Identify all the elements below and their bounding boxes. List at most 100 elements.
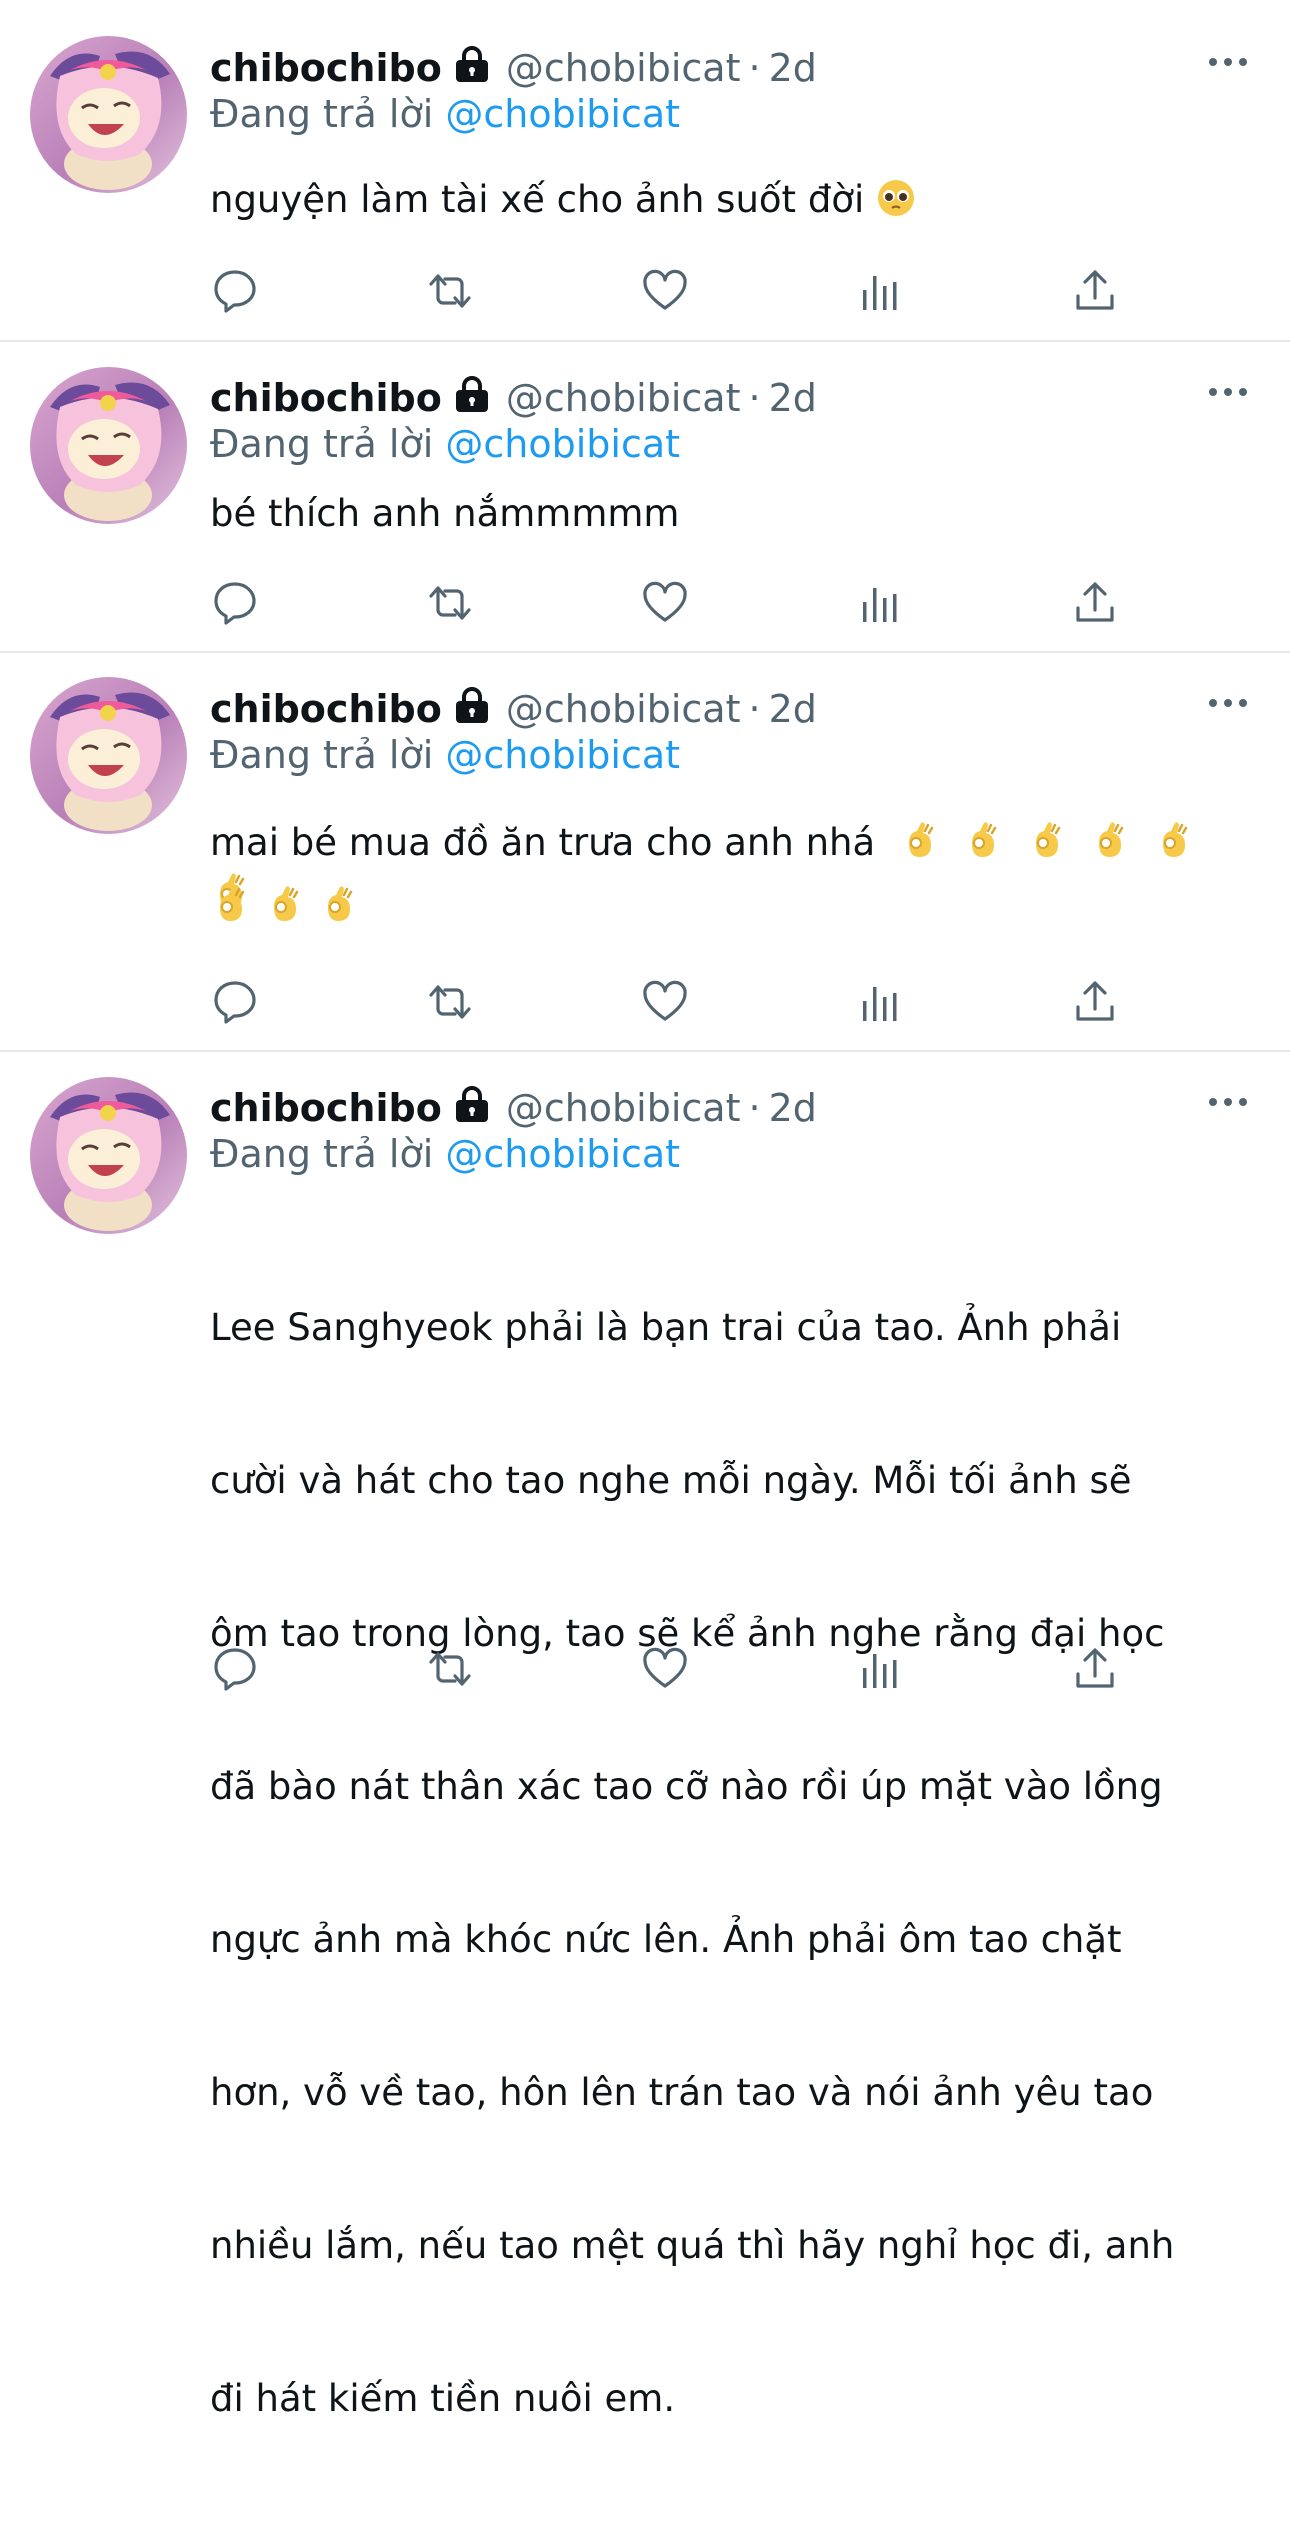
avatar[interactable] — [30, 367, 187, 524]
tweet-header: chibochibo @chobibicat · 2d — [210, 1084, 817, 1132]
more-dots-icon[interactable] — [1206, 382, 1250, 402]
retweet-button[interactable] — [425, 266, 475, 316]
timestamp[interactable]: 2d — [769, 376, 817, 420]
tweet-text-line: đã bào nát thân xác tao cỡ nào rồi úp mặ… — [210, 1765, 1163, 1808]
display-name[interactable]: chibochibo — [210, 1086, 442, 1130]
action-bar — [210, 1644, 1130, 1694]
retweet-icon — [425, 1644, 475, 1694]
tweet[interactable]: chibochibo @chobibicat · 2d Đang trả lời @c… — [0, 342, 1290, 653]
action-bar — [210, 977, 1130, 1027]
handle[interactable]: @chobibicat — [506, 46, 741, 90]
timestamp[interactable]: 2d — [769, 1086, 817, 1130]
like-button[interactable] — [640, 578, 690, 628]
reply-icon — [210, 1644, 260, 1694]
views-icon — [855, 266, 905, 316]
tweet-text-content: nguyện làm tài xế cho ảnh suốt đời — [210, 178, 865, 221]
tweet[interactable]: chibochibo @chobibicat · 2d Đang trả lời @c… — [0, 0, 1290, 342]
views-button[interactable] — [855, 1644, 905, 1694]
tweet-text-line: Lee Sanghyeok phải là bạn trai của tao. … — [210, 1306, 1122, 1349]
avatar[interactable] — [30, 1077, 187, 1234]
handle[interactable]: @chobibicat — [506, 687, 741, 731]
handle[interactable]: @chobibicat — [506, 376, 741, 420]
lock-icon — [452, 1084, 492, 1124]
replying-to: Đang trả lời @chobibicat — [210, 731, 680, 779]
heart-icon — [640, 977, 690, 1027]
like-button[interactable] — [640, 1644, 690, 1694]
avatar[interactable] — [30, 677, 187, 834]
tweet-text: bé thích anh nắmmmmm — [210, 488, 1240, 539]
reply-icon — [210, 578, 260, 628]
replying-to: Đang trả lời @chobibicat — [210, 90, 680, 138]
ok-hand-emoji — [318, 885, 358, 925]
action-bar — [210, 266, 1130, 316]
reply-target-link[interactable]: @chobibicat — [445, 422, 680, 466]
ok-hand-emoji — [1153, 821, 1193, 861]
views-button[interactable] — [855, 977, 905, 1027]
retweet-icon — [425, 977, 475, 1027]
reply-button[interactable] — [210, 578, 260, 628]
share-button[interactable] — [1070, 977, 1120, 1027]
reply-prefix: Đang trả lời — [210, 733, 434, 777]
retweet-button[interactable] — [425, 1644, 475, 1694]
share-icon — [1070, 977, 1120, 1027]
tweet-text-line: ngực ảnh mà khóc nức lên. Ảnh phải ôm ta… — [210, 1918, 1122, 1961]
reply-target-link[interactable]: @chobibicat — [445, 733, 680, 777]
tweet-text-content: bé thích anh nắmmmmm — [210, 492, 680, 535]
views-button[interactable] — [855, 578, 905, 628]
more-dots-icon[interactable] — [1206, 1092, 1250, 1112]
ok-hand-emoji — [1089, 821, 1129, 861]
retweet-button[interactable] — [425, 578, 475, 628]
timestamp[interactable]: 2d — [769, 46, 817, 90]
views-button[interactable] — [855, 266, 905, 316]
share-button[interactable] — [1070, 1644, 1120, 1694]
pleading-face-emoji — [876, 178, 916, 218]
pink-pokemon-avatar — [30, 36, 187, 193]
retweet-button[interactable] — [425, 977, 475, 1027]
retweet-icon — [425, 266, 475, 316]
handle[interactable]: @chobibicat — [506, 1086, 741, 1130]
views-icon — [855, 578, 905, 628]
like-button[interactable] — [640, 266, 690, 316]
reply-icon — [210, 266, 260, 316]
tweet[interactable]: chibochibo @chobibicat · 2d Đang trả lời @c… — [0, 1052, 1290, 2420]
separator: · — [748, 376, 761, 420]
reply-prefix: Đang trả lời — [210, 422, 434, 466]
separator: · — [748, 46, 761, 90]
tweet-text: nguyện làm tài xế cho ảnh suốt đời — [210, 174, 1240, 225]
tweet-header: chibochibo @chobibicat · 2d — [210, 374, 817, 422]
tweet-text: Lee Sanghyeok phải là bạn trai của tao. … — [210, 1200, 1240, 2526]
reply-prefix: Đang trả lời — [210, 92, 434, 136]
ok-hand-emoji — [210, 885, 250, 925]
heart-icon — [640, 578, 690, 628]
more-dots-icon[interactable] — [1206, 52, 1250, 72]
reply-target-link[interactable]: @chobibicat — [445, 92, 680, 136]
reply-feed: chibochibo @chobibicat · 2d Đang trả lời @c… — [0, 0, 1290, 2420]
lock-icon — [452, 44, 492, 84]
lock-icon — [452, 374, 492, 414]
share-button[interactable] — [1070, 266, 1120, 316]
pink-pokemon-avatar — [30, 677, 187, 834]
reply-button[interactable] — [210, 977, 260, 1027]
tweet-text-line: đi hát kiếm tiền nuôi em. — [210, 2377, 676, 2420]
views-icon — [855, 1644, 905, 1694]
like-button[interactable] — [640, 977, 690, 1027]
reply-target-link[interactable]: @chobibicat — [445, 1132, 680, 1176]
reply-icon — [210, 977, 260, 1027]
display-name[interactable]: chibochibo — [210, 46, 442, 90]
share-button[interactable] — [1070, 578, 1120, 628]
lock-icon — [452, 685, 492, 725]
reply-button[interactable] — [210, 266, 260, 316]
tweet-text-line: hơn, vỗ về tao, hôn lên trán tao và nói … — [210, 2071, 1154, 2114]
display-name[interactable]: chibochibo — [210, 376, 442, 420]
action-bar — [210, 578, 1130, 628]
timestamp[interactable]: 2d — [769, 687, 817, 731]
views-icon — [855, 977, 905, 1027]
reply-button[interactable] — [210, 1644, 260, 1694]
avatar[interactable] — [30, 36, 187, 193]
tweet[interactable]: chibochibo @chobibicat · 2d Đang trả lời @c… — [0, 653, 1290, 1052]
display-name[interactable]: chibochibo — [210, 687, 442, 731]
heart-icon — [640, 1644, 690, 1694]
replying-to: Đang trả lời @chobibicat — [210, 1130, 680, 1178]
ok-hand-emoji — [962, 821, 1002, 861]
more-dots-icon[interactable] — [1206, 693, 1250, 713]
